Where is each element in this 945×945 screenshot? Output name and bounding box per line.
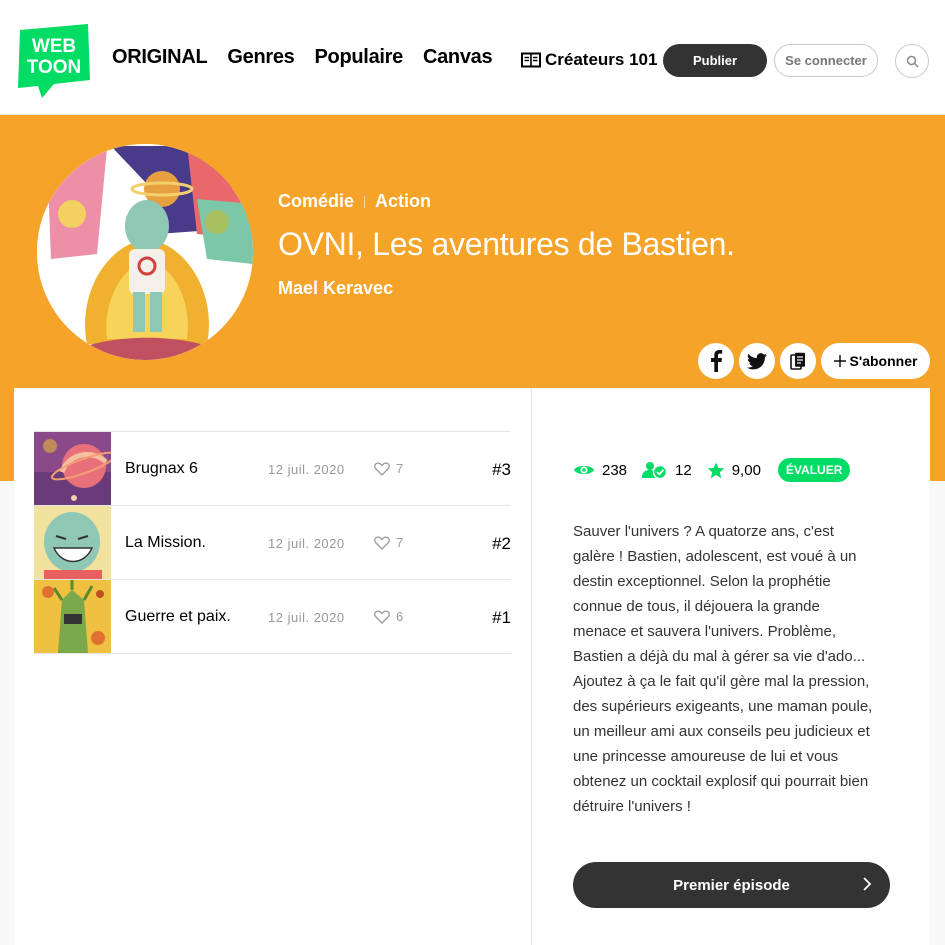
heart-icon — [374, 609, 390, 624]
creators-101-label: Créateurs 101 — [545, 50, 658, 69]
heart-icon — [374, 461, 390, 476]
episode-number: #3 — [492, 460, 511, 479]
episode-row[interactable]: La Mission. 12 juil. 2020 7 #2 — [34, 506, 511, 580]
genre-separator — [364, 195, 366, 208]
subscribers-count: 12 — [675, 461, 692, 479]
main-nav: ORIGINAL Genres Populaire Canvas — [112, 46, 493, 69]
subscribers-icon — [642, 462, 668, 479]
search-icon — [906, 55, 919, 68]
episode-title: La Mission. — [125, 534, 206, 551]
episode-like-count: 7 — [396, 535, 404, 550]
subscribe-label: S'abonner — [849, 353, 918, 369]
twitter-icon — [747, 352, 767, 369]
genre-comedie[interactable]: Comédie — [278, 191, 354, 212]
rating-value: 9,00 — [731, 461, 761, 479]
series-title: OVNI, Les aventures de Bastien. — [278, 226, 735, 262]
episode-number: #2 — [492, 534, 511, 553]
subscribe-button[interactable]: S'abonner — [821, 343, 930, 379]
episode-date: 12 juil. 2020 — [268, 462, 345, 477]
nav-populaire[interactable]: Populaire — [315, 46, 404, 69]
series-detail-panel: Brugnax 6 12 juil. 2020 7 #3 La Mission.… — [14, 388, 930, 945]
login-button[interactable]: Se connecter — [774, 44, 878, 77]
chevron-right-icon — [863, 877, 872, 891]
book-icon — [521, 52, 541, 68]
episode-title: Brugnax 6 — [125, 460, 198, 477]
episode-likes: 7 — [374, 461, 403, 476]
episode-title: Guerre et paix. — [125, 608, 231, 625]
logo-text-top: WEB — [32, 36, 76, 57]
publish-button[interactable]: Publier — [663, 44, 767, 77]
episode-likes: 7 — [374, 535, 403, 550]
star-icon — [707, 462, 725, 478]
share-twitter-button[interactable] — [739, 343, 775, 379]
episode-list: Brugnax 6 12 juil. 2020 7 #3 La Mission.… — [34, 431, 511, 654]
episode-list-column: Brugnax 6 12 juil. 2020 7 #3 La Mission.… — [14, 388, 532, 945]
nav-canvas[interactable]: Canvas — [423, 46, 493, 69]
episode-row[interactable]: Brugnax 6 12 juil. 2020 7 #3 — [34, 432, 511, 506]
rating-stat: 9,00 — [707, 462, 761, 479]
plus-icon — [833, 355, 846, 367]
search-button[interactable] — [895, 44, 929, 78]
top-header: WEB TOON ORIGINAL Genres Populaire Canva… — [0, 0, 945, 115]
views-count: 238 — [602, 461, 628, 479]
episode-date: 12 juil. 2020 — [268, 536, 345, 551]
creators-101-link[interactable]: Créateurs 101 — [521, 50, 657, 70]
episode-thumbnail — [34, 432, 111, 505]
first-episode-label: Premier épisode — [673, 876, 790, 894]
series-info-column: 238 12 9,00 ÉVALUER Sauver l'univers ? A… — [532, 388, 930, 945]
series-author[interactable]: Mael Keravec — [278, 278, 393, 299]
logo-text-bottom: TOON — [27, 57, 82, 78]
episode-like-count: 6 — [396, 609, 404, 624]
subscribers-stat: 12 — [642, 461, 692, 479]
series-cover-image — [37, 144, 253, 360]
heart-icon — [374, 535, 390, 550]
genre-action[interactable]: Action — [375, 191, 431, 212]
first-episode-button[interactable]: Premier épisode — [573, 862, 890, 908]
eye-icon — [574, 465, 594, 475]
series-genres: Comédie Action — [278, 191, 431, 212]
episode-likes: 6 — [374, 609, 403, 624]
nav-original[interactable]: ORIGINAL — [112, 46, 208, 69]
series-summary: Sauver l'univers ? A quatorze ans, c'est… — [573, 523, 873, 815]
series-stats: 238 12 9,00 ÉVALUER — [573, 458, 851, 482]
facebook-icon — [711, 350, 723, 372]
episode-date: 12 juil. 2020 — [268, 610, 345, 625]
webtoon-logo[interactable]: WEB TOON — [14, 22, 94, 98]
episode-like-count: 7 — [396, 461, 404, 476]
share-facebook-button[interactable] — [698, 343, 734, 379]
nav-genres[interactable]: Genres — [227, 46, 294, 69]
copy-icon — [790, 352, 805, 370]
episode-number: #1 — [492, 608, 511, 627]
episode-thumbnail — [34, 506, 111, 579]
episode-thumbnail — [34, 580, 111, 653]
copy-link-button[interactable] — [780, 343, 816, 379]
rate-button[interactable]: ÉVALUER — [777, 458, 851, 482]
views-stat: 238 — [573, 462, 627, 479]
episode-row[interactable]: Guerre et paix. 12 juil. 2020 6 #1 — [34, 580, 511, 654]
